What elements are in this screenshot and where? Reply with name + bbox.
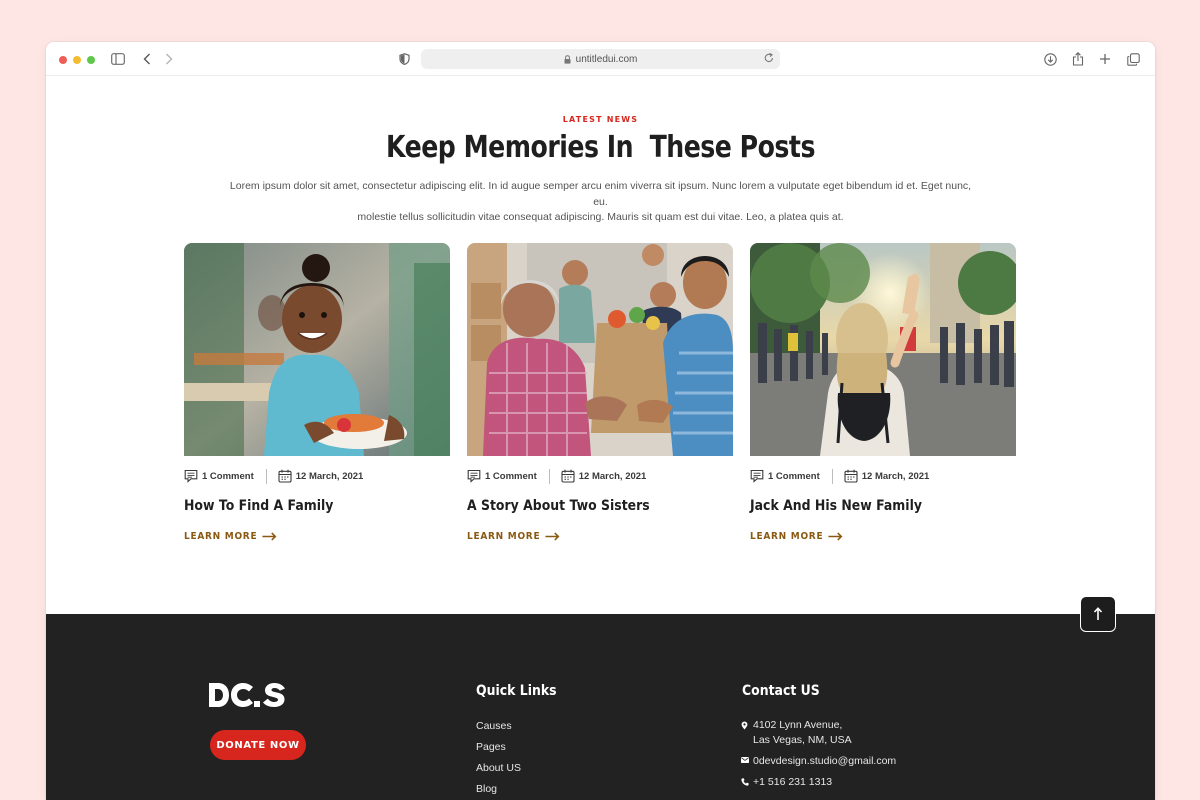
sidebar-toggle-icon[interactable] bbox=[110, 51, 126, 67]
donate-now-button[interactable]: DONATE NOW bbox=[210, 730, 306, 760]
url-text: untitledui.com bbox=[575, 53, 638, 65]
post-meta: 1 Comment 12 March, 2021 bbox=[467, 468, 646, 484]
contact-email[interactable]: 0devdesign.studio@gmail.com bbox=[741, 754, 896, 769]
share-icon[interactable] bbox=[1070, 51, 1086, 67]
quick-links-title: Quick Links bbox=[476, 683, 557, 699]
shield-icon[interactable] bbox=[396, 51, 412, 67]
post-date: 12 March, 2021 bbox=[578, 470, 647, 482]
comment-count[interactable]: 1 Comment bbox=[768, 471, 820, 482]
comment-count[interactable]: 1 Comment bbox=[202, 471, 254, 482]
browser-window: untitledui.com LATEST NEWS Keep Memories… bbox=[46, 42, 1155, 800]
address-line-1: 4102 Lynn Avenue, bbox=[753, 719, 843, 731]
post-title[interactable]: Jack And His New Family bbox=[750, 498, 922, 514]
browser-toolbar: untitledui.com bbox=[46, 42, 1155, 76]
post-image-girl-with-food[interactable] bbox=[184, 243, 450, 456]
location-pin-icon bbox=[741, 721, 753, 730]
lock-icon bbox=[564, 54, 571, 64]
post-meta: 1 Comment 12 March, 2021 bbox=[184, 468, 363, 484]
contact-phone[interactable]: +1 516 231 1313 bbox=[741, 775, 832, 790]
post-card: 1 Comment 12 March, 2021 How To Find A F… bbox=[184, 243, 450, 542]
comment-count[interactable]: 1 Comment bbox=[485, 471, 537, 482]
learn-more-link[interactable]: LEARN MORE bbox=[467, 531, 560, 542]
back-icon[interactable] bbox=[139, 51, 155, 67]
learn-more-label: LEARN MORE bbox=[184, 531, 258, 542]
section-heading: Keep Memories In These Posts bbox=[386, 130, 815, 165]
brand-logo[interactable] bbox=[209, 683, 285, 712]
post-title[interactable]: How To Find A Family bbox=[184, 498, 333, 514]
contact-address: 4102 Lynn Avenue, Las Vegas, NM, USA bbox=[741, 718, 852, 748]
tabs-overview-icon[interactable] bbox=[1125, 51, 1141, 67]
meta-divider bbox=[831, 468, 833, 484]
arrow-up-icon bbox=[1093, 607, 1103, 621]
address-line-2: Las Vegas, NM, USA bbox=[753, 734, 852, 746]
maximize-window-button[interactable] bbox=[87, 56, 95, 64]
phone-text[interactable]: +1 516 231 1313 bbox=[753, 775, 832, 790]
forward-icon[interactable] bbox=[161, 51, 177, 67]
quick-link-about-us[interactable]: About US bbox=[476, 762, 521, 774]
meta-divider bbox=[265, 468, 267, 484]
calendar-icon bbox=[844, 469, 858, 483]
close-window-button[interactable] bbox=[59, 56, 67, 64]
calendar-icon bbox=[561, 469, 575, 483]
minimize-window-button[interactable] bbox=[73, 56, 81, 64]
learn-more-link[interactable]: LEARN MORE bbox=[750, 531, 843, 542]
learn-more-label: LEARN MORE bbox=[750, 531, 824, 542]
comment-icon bbox=[184, 469, 198, 483]
contact-address-text: 4102 Lynn Avenue, Las Vegas, NM, USA bbox=[753, 718, 852, 748]
download-icon[interactable] bbox=[1042, 51, 1058, 67]
comment-icon bbox=[750, 469, 764, 483]
section-intro: Lorem ipsum dolor sit amet, consectetur … bbox=[226, 179, 975, 226]
learn-more-link[interactable]: LEARN MORE bbox=[184, 531, 277, 542]
post-card: 1 Comment 12 March, 2021 A Story About T… bbox=[467, 243, 733, 542]
quick-link-blog[interactable]: Blog bbox=[476, 783, 497, 795]
email-text[interactable]: 0devdesign.studio@gmail.com bbox=[753, 754, 896, 769]
new-tab-icon[interactable] bbox=[1097, 51, 1113, 67]
post-title[interactable]: A Story About Two Sisters bbox=[467, 498, 650, 514]
post-image-food-donation[interactable] bbox=[467, 243, 733, 456]
post-card: 1 Comment 12 March, 2021 Jack And His Ne… bbox=[750, 243, 1016, 542]
arrow-right-icon bbox=[545, 532, 560, 541]
post-date: 12 March, 2021 bbox=[861, 470, 930, 482]
arrow-right-icon bbox=[828, 532, 843, 541]
mail-icon bbox=[741, 757, 753, 763]
calendar-icon bbox=[278, 469, 292, 483]
scroll-to-top-button[interactable] bbox=[1080, 596, 1116, 632]
address-bar[interactable]: untitledui.com bbox=[421, 49, 780, 69]
quick-link-causes[interactable]: Causes bbox=[476, 720, 512, 732]
phone-icon bbox=[741, 778, 753, 786]
arrow-right-icon bbox=[262, 532, 277, 541]
intro-line-2: molestie tellus sollicitudin vitae conse… bbox=[357, 211, 844, 223]
quick-link-pages[interactable]: Pages bbox=[476, 741, 506, 753]
reload-icon[interactable] bbox=[764, 52, 774, 66]
contact-title: Contact US bbox=[742, 683, 820, 699]
post-image-street-march[interactable] bbox=[750, 243, 1016, 456]
post-date: 12 March, 2021 bbox=[295, 470, 364, 482]
section-eyebrow: LATEST NEWS bbox=[562, 115, 639, 124]
learn-more-label: LEARN MORE bbox=[467, 531, 541, 542]
comment-icon bbox=[467, 469, 481, 483]
post-meta: 1 Comment 12 March, 2021 bbox=[750, 468, 929, 484]
meta-divider bbox=[548, 468, 550, 484]
intro-line-1: Lorem ipsum dolor sit amet, consectetur … bbox=[229, 180, 972, 208]
